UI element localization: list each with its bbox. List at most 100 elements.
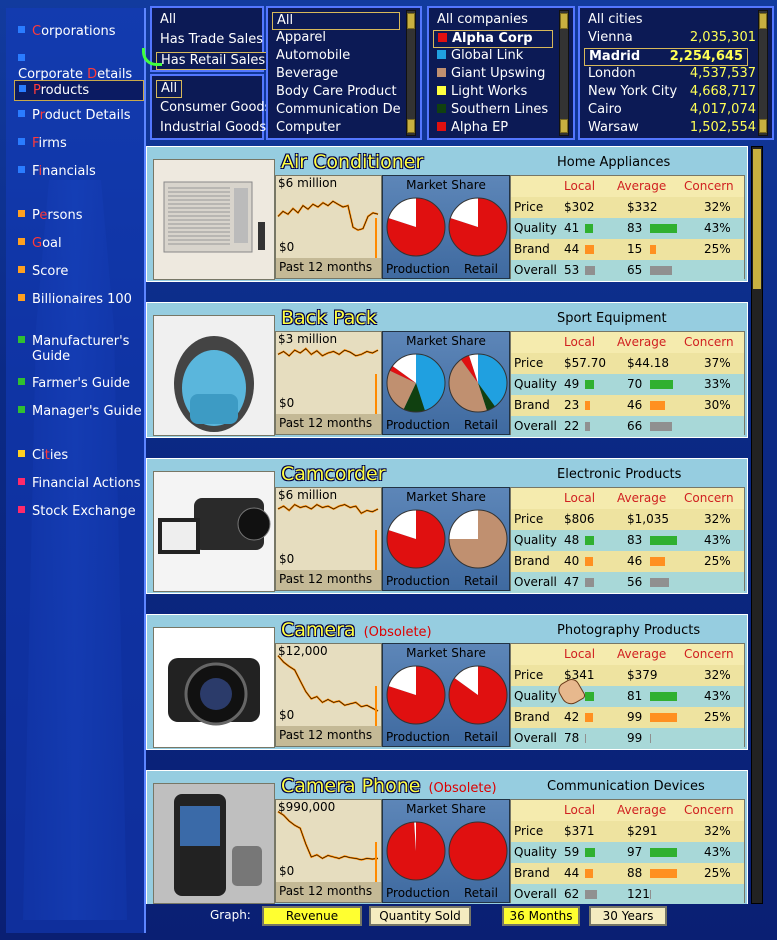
- product-image: [153, 783, 275, 904]
- goods-filter-option[interactable]: Consumer Goods: [160, 100, 271, 116]
- product-card[interactable]: Air Conditioner Home Appliances $6 million…: [146, 146, 748, 282]
- average-value: 65: [627, 263, 643, 277]
- industry-option[interactable]: Computer: [276, 120, 341, 136]
- quantity-sold-button[interactable]: Quantity Sold: [369, 906, 471, 926]
- sidebar-item-billionaires-100[interactable]: Billionaires 100: [18, 292, 132, 307]
- production-pie-chart: [386, 197, 446, 257]
- industry-option[interactable]: Communication De: [276, 102, 401, 118]
- market-share-panel[interactable]: Market Share Production Retail: [382, 331, 510, 435]
- company-option[interactable]: Light Works: [437, 84, 527, 100]
- goods-filter-panel: All Consumer Goods Industrial Goods: [150, 74, 271, 140]
- concern-value: 37%: [704, 356, 731, 370]
- 36-months-button[interactable]: 36 Months: [502, 906, 580, 926]
- sidebar-item-persons[interactable]: Persons: [18, 208, 82, 223]
- sales-filter-option[interactable]: Has Retail Sales: [156, 52, 271, 70]
- goods-filter-option[interactable]: All: [156, 80, 183, 98]
- local-value: 47: [564, 575, 580, 589]
- market-share-panel[interactable]: Market Share Production Retail: [382, 643, 510, 747]
- product-name[interactable]: Camcorder: [281, 463, 386, 485]
- industry-option[interactable]: All: [272, 12, 400, 30]
- production-label: Production: [386, 886, 450, 900]
- company-scrollbar[interactable]: [559, 10, 569, 136]
- product-name[interactable]: Camera Phone (Obsolete): [281, 775, 497, 797]
- local-bar: [585, 266, 595, 275]
- company-option[interactable]: Global Link: [437, 48, 523, 64]
- product-name[interactable]: Back Pack: [281, 307, 377, 329]
- city-option[interactable]: Cairo 4,017,074: [588, 102, 756, 118]
- sidebar-item-product-details[interactable]: Product Details: [18, 108, 131, 123]
- industry-option[interactable]: Automobile: [276, 48, 350, 64]
- goods-filter-option[interactable]: Industrial Goods: [160, 120, 266, 136]
- product-card[interactable]: Back Pack Sport Equipment $3 million $0 Past…: [146, 302, 748, 438]
- product-stats-table: Local Average Concern Price $806 $1,035 32% Qua…: [510, 487, 745, 593]
- city-option[interactable]: London 4,537,537: [588, 66, 756, 82]
- sidebar-item-manufacturer-s-guide[interactable]: Manufacturer's Guide: [18, 334, 129, 364]
- industry-option[interactable]: Apparel: [276, 30, 326, 46]
- sales-filter-option[interactable]: Has Trade Sales: [160, 32, 263, 48]
- production-label: Production: [386, 418, 450, 432]
- city-option[interactable]: Warsaw 1,502,554: [588, 120, 756, 136]
- local-header: Local: [564, 335, 596, 349]
- sidebar-item-stock-exchange[interactable]: Stock Exchange: [18, 504, 136, 519]
- average-value: $1,035: [627, 512, 669, 526]
- product-card[interactable]: Camera Phone (Obsolete) Communication Devi…: [146, 770, 748, 904]
- price-row: Price $57.70 $44.18 37%: [511, 353, 744, 374]
- product-list-scrollbar[interactable]: [751, 146, 763, 904]
- city-option[interactable]: New York City 4,668,717: [588, 84, 756, 100]
- sidebar-item-firms[interactable]: Firms: [18, 136, 67, 151]
- price-row: Price $806 $1,035 32%: [511, 509, 744, 530]
- sidebar-item-goal[interactable]: Goal: [18, 236, 62, 251]
- sidebar-item-cities[interactable]: Cities: [18, 448, 68, 463]
- sidebar-item-financial-actions[interactable]: Financial Actions: [18, 476, 141, 491]
- city-option[interactable]: Vienna 2,035,301: [588, 30, 756, 46]
- product-name[interactable]: Air Conditioner: [281, 151, 423, 173]
- company-option[interactable]: Southern Lines: [437, 102, 548, 118]
- industry-option[interactable]: Beverage: [276, 66, 338, 82]
- local-bar: [585, 245, 594, 254]
- average-header: Average: [617, 179, 667, 193]
- sidebar-item-score[interactable]: Score: [18, 264, 68, 279]
- company-option[interactable]: Alpha EP: [437, 120, 508, 136]
- local-bar: [585, 422, 590, 431]
- market-share-panel[interactable]: Market Share Production Retail: [382, 487, 510, 591]
- product-name[interactable]: Camera (Obsolete): [281, 619, 432, 641]
- sidebar-item-financials[interactable]: Financials: [18, 164, 96, 179]
- average-bar: [650, 848, 677, 857]
- sales-graph[interactable]: $990,000 $0 Past 12 months: [275, 799, 382, 903]
- sidebar-item-products[interactable]: Products: [14, 80, 144, 101]
- sidebar-item-corporations[interactable]: Corporations: [18, 24, 116, 39]
- local-bar: [585, 224, 593, 233]
- market-share-panel[interactable]: Market Share Production Retail: [382, 799, 510, 903]
- city-population: 4,017,074: [689, 102, 756, 117]
- sidebar-item-corporate-details[interactable]: Corporate Details: [18, 52, 144, 82]
- sales-graph[interactable]: $3 million $0 Past 12 months: [275, 331, 382, 435]
- sales-graph[interactable]: $6 million $0 Past 12 months: [275, 487, 382, 591]
- city-scrollbar[interactable]: [758, 10, 768, 136]
- bullet-icon: [18, 336, 25, 343]
- 30-years-button[interactable]: 30 Years: [589, 906, 667, 926]
- city-option[interactable]: All cities: [588, 12, 756, 28]
- sales-filter-option[interactable]: All: [160, 12, 176, 28]
- product-stats-table: Local Average Concern Price $302 $332 32% Quali…: [510, 175, 745, 281]
- sidebar-item-label: Product Details: [32, 108, 131, 123]
- sidebar-item-manager-s-guide[interactable]: Manager's Guide: [18, 404, 142, 419]
- product-card[interactable]: Camcorder Electronic Products $6 million $0…: [146, 458, 748, 594]
- company-option[interactable]: All companies: [437, 12, 528, 28]
- bullet-icon: [18, 506, 25, 513]
- average-value: $291: [627, 824, 658, 838]
- company-option[interactable]: Giant Upswing: [437, 66, 545, 82]
- sidebar-item-farmer-s-guide[interactable]: Farmer's Guide: [18, 376, 130, 391]
- product-card[interactable]: Camera (Obsolete) Photography Products $12,…: [146, 614, 748, 750]
- market-share-title: Market Share: [406, 490, 486, 504]
- industry-option[interactable]: Body Care Product: [276, 84, 397, 100]
- bullet-icon: [18, 210, 25, 217]
- company-option[interactable]: Alpha Corp: [433, 30, 553, 48]
- sales-graph[interactable]: $6 million $0 Past 12 months: [275, 175, 382, 279]
- market-share-panel[interactable]: Market Share Production Retail: [382, 175, 510, 279]
- stat-label: Quality: [514, 845, 557, 859]
- city-option[interactable]: Madrid 2,254,645: [584, 48, 748, 66]
- graph-period-label: Past 12 months: [276, 258, 381, 278]
- revenue-button[interactable]: Revenue: [262, 906, 362, 926]
- sales-graph[interactable]: $12,000 $0 Past 12 months: [275, 643, 382, 747]
- industry-scrollbar[interactable]: [406, 10, 416, 136]
